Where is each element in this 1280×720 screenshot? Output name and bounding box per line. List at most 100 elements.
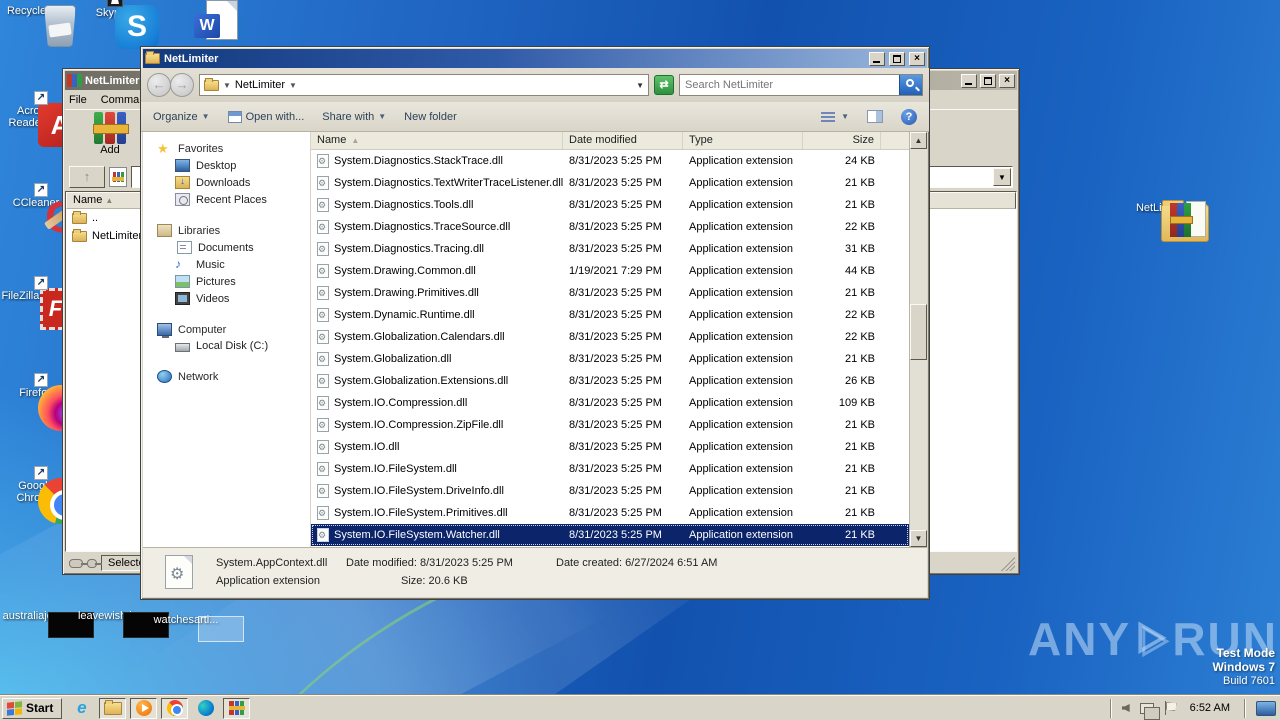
column-header-size[interactable]: Size: [803, 132, 881, 149]
file-type: Application extension: [689, 375, 793, 387]
file-row[interactable]: System.Diagnostics.Tracing.dll 8/31/2023 …: [311, 238, 909, 260]
file-row[interactable]: System.IO.FileSystem.dll 8/31/2023 5:25 P…: [311, 458, 909, 480]
desktop-icon-image1[interactable]: australiajew...: [0, 608, 94, 638]
help-icon[interactable]: ?: [901, 108, 917, 125]
explorer-close-button[interactable]: ×: [909, 51, 925, 66]
taskbar-edge-button[interactable]: [192, 698, 219, 719]
chevron-down-icon[interactable]: ▼: [223, 81, 231, 90]
desktop-icon-image2[interactable]: leavewish.jpg: [75, 608, 169, 638]
winrar-maximize-button[interactable]: [980, 73, 996, 88]
scroll-up-icon[interactable]: ▲: [910, 132, 927, 149]
dll-file-icon: [317, 462, 329, 476]
file-row[interactable]: System.Dynamic.Runtime.dll 8/31/2023 5:25…: [311, 304, 909, 326]
file-row[interactable]: System.Drawing.Common.dll 1/19/2021 7:29 …: [311, 260, 909, 282]
resize-grip[interactable]: [1001, 557, 1015, 571]
menu-file[interactable]: File: [69, 94, 87, 107]
column-header-date-modified[interactable]: Date modified: [563, 132, 683, 149]
clock[interactable]: 6:52 AM: [1186, 702, 1234, 714]
file-row[interactable]: System.Diagnostics.TextWriterTraceListen…: [311, 172, 909, 194]
sidebar-item-favorites[interactable]: ★ Favorites: [143, 140, 310, 157]
details-created-value: 6/27/2024 6:51 AM: [625, 557, 718, 569]
vertical-scrollbar[interactable]: ▲ ▼: [909, 132, 927, 547]
sidebar-item-downloads[interactable]: Downloads: [143, 174, 310, 191]
file-row[interactable]: System.IO.Compression.ZipFile.dll 8/31/20…: [311, 414, 909, 436]
winrar-close-button[interactable]: ×: [999, 73, 1015, 88]
change-view-button[interactable]: ▼: [819, 110, 849, 124]
taskbar-explorer-button[interactable]: [99, 697, 127, 719]
winrar-item-label: ..: [92, 212, 99, 224]
file-row[interactable]: System.Globalization.Extensions.dll 8/31/…: [311, 370, 909, 392]
dll-file-icon: [317, 308, 329, 322]
start-button[interactable]: Start: [2, 697, 63, 719]
explorer-maximize-button[interactable]: [889, 51, 905, 66]
taskbar-winrar-button[interactable]: [223, 697, 251, 719]
refresh-button[interactable]: ⇄: [654, 75, 674, 95]
sidebar-item-recent-places[interactable]: Recent Places: [143, 191, 310, 208]
sidebar-item-network[interactable]: Network: [143, 368, 310, 385]
sidebar-item-pictures[interactable]: Pictures: [143, 273, 310, 290]
show-desktop-button[interactable]: [1256, 700, 1276, 716]
volume-icon[interactable]: [1121, 704, 1130, 712]
search-box[interactable]: [679, 74, 923, 96]
winrar-add-button[interactable]: Add: [87, 111, 133, 162]
open-with-button[interactable]: Open with...: [227, 110, 304, 123]
column-header-name[interactable]: Name ▲: [311, 132, 563, 149]
desktop-icon-skype[interactable]: S Skype: [75, 0, 159, 49]
address-history-dropdown-icon[interactable]: ▼: [636, 81, 644, 90]
desktop-icon-image3[interactable]: watchesarti...: [150, 612, 244, 642]
taskbar-media-player-button[interactable]: [130, 697, 158, 719]
desktop-icon-recycle-bin[interactable]: Recycle Bin: [0, 3, 76, 47]
combo-dropdown-icon[interactable]: ▼: [993, 168, 1011, 186]
chevron-down-icon[interactable]: ▼: [289, 81, 297, 90]
taskbar-ie-button[interactable]: e: [68, 698, 95, 719]
new-folder-button[interactable]: New folder: [404, 111, 457, 123]
sidebar-item-documents[interactable]: Documents: [143, 239, 310, 256]
word-w-icon: W: [194, 14, 220, 38]
explorer-titlebar[interactable]: NetLimiter ×: [143, 49, 927, 68]
sort-ascending-icon: ▲: [351, 136, 360, 145]
dll-file-icon: [317, 242, 329, 256]
file-row[interactable]: System.IO.Compression.dll 8/31/2023 5:25 …: [311, 392, 909, 414]
search-input[interactable]: [680, 79, 899, 91]
file-row[interactable]: System.Diagnostics.TraceSource.dll 8/31/2…: [311, 216, 909, 238]
file-row[interactable]: System.IO.FileSystem.DriveInfo.dll 8/31/2…: [311, 480, 909, 502]
file-row[interactable]: System.Drawing.Primitives.dll 8/31/2023 5…: [311, 282, 909, 304]
file-row[interactable]: System.Globalization.dll 8/31/2023 5:25 P…: [311, 348, 909, 370]
sidebar-item-desktop[interactable]: Desktop: [143, 157, 310, 174]
preview-pane-icon[interactable]: [867, 110, 883, 123]
sidebar-item-music[interactable]: ♪ Music: [143, 256, 310, 273]
file-row[interactable]: System.IO.dll 8/31/2023 5:25 PM Applicatio…: [311, 436, 909, 458]
explorer-minimize-button[interactable]: [869, 51, 885, 66]
search-button[interactable]: [899, 75, 922, 95]
folder-icon: [145, 51, 160, 64]
file-row[interactable]: System.Globalization.Calendars.dll 8/31/2…: [311, 326, 909, 348]
address-breadcrumb[interactable]: NetLimiter: [235, 79, 285, 91]
back-button[interactable]: ←: [147, 73, 171, 97]
file-row[interactable]: System.IO.FileSystem.Watcher.dll 8/31/202…: [311, 524, 909, 546]
scroll-down-icon[interactable]: ▼: [910, 530, 927, 547]
file-name: System.Diagnostics.TextWriterTraceListen…: [334, 177, 563, 189]
winrar-up-button[interactable]: ↑: [69, 166, 105, 188]
sidebar-item-libraries[interactable]: Libraries: [143, 222, 310, 239]
file-row[interactable]: System.Diagnostics.Tools.dll 8/31/2023 5:…: [311, 194, 909, 216]
taskbar-chrome-button[interactable]: [161, 697, 189, 719]
file-date-modified: 8/31/2023 5:25 PM: [569, 419, 662, 431]
sidebar-item-videos[interactable]: Videos: [143, 290, 310, 307]
desktop-icon-netlimiter-folder[interactable]: NetLimiter: [1125, 200, 1209, 242]
shortcut-arrow-icon: ↗: [34, 91, 48, 105]
file-row[interactable]: System.IO.FileSystem.Primitives.dll 8/31/…: [311, 502, 909, 524]
organize-button[interactable]: Organize ▼: [153, 111, 210, 123]
winrar-minimize-button[interactable]: [961, 73, 977, 88]
address-bar[interactable]: ▼ NetLimiter ▼ ▼: [199, 74, 649, 96]
network-icon[interactable]: [1139, 702, 1160, 720]
file-size: 21 KB: [845, 177, 875, 189]
file-date-modified: 8/31/2023 5:25 PM: [569, 155, 662, 167]
column-header-type[interactable]: Type: [683, 132, 803, 149]
action-center-flag-icon[interactable]: [1164, 701, 1176, 715]
file-row[interactable]: System.Diagnostics.StackTrace.dll 8/31/20…: [311, 150, 909, 172]
forward-button[interactable]: →: [170, 73, 194, 97]
share-with-button[interactable]: Share with ▼: [322, 111, 386, 123]
sidebar-item-computer[interactable]: Computer: [143, 321, 310, 338]
sidebar-item-local-disk-c-[interactable]: Local Disk (C:): [143, 338, 310, 354]
scrollbar-thumb[interactable]: [910, 304, 927, 360]
